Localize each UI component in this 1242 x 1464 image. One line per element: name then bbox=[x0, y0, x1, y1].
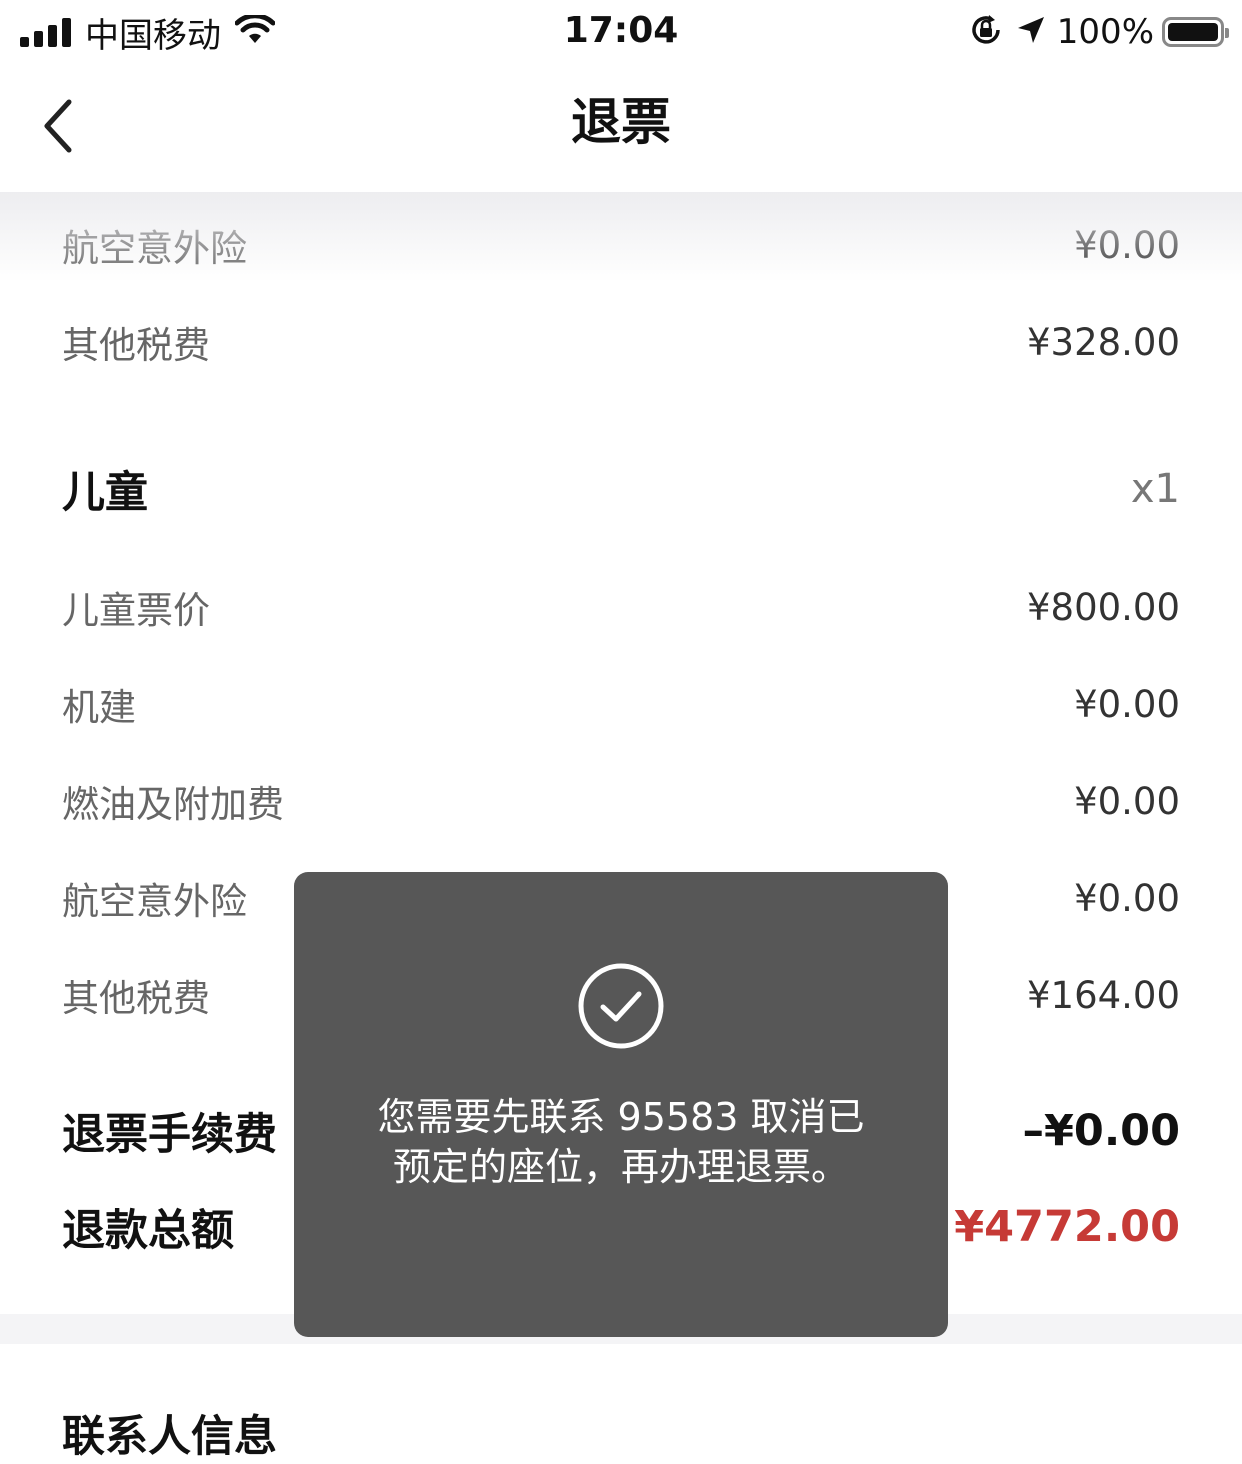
rotation-lock-icon bbox=[969, 13, 1003, 51]
status-bar: 中国移动 17:04 100% bbox=[0, 0, 1242, 66]
toast-text: 您需要先联系 95583 取消已预定的座位，再办理退票。 bbox=[377, 1095, 865, 1189]
price-value: ¥0.00 bbox=[1074, 779, 1180, 823]
price-label: 其他税费 bbox=[62, 324, 210, 367]
price-value: ¥328.00 bbox=[1026, 320, 1180, 364]
price-label: 航空意外险 bbox=[62, 880, 247, 923]
battery-percent: 100% bbox=[1056, 12, 1154, 52]
section-title: 儿童 bbox=[62, 468, 148, 518]
price-row: 燃油及附加费 ¥0.00 bbox=[62, 774, 1180, 828]
price-value: ¥0.00 bbox=[1074, 876, 1180, 920]
status-right: 100% bbox=[969, 10, 1229, 54]
price-label: 航空意外险 bbox=[62, 227, 247, 270]
price-row: 其他税费 ¥328.00 bbox=[62, 315, 1180, 369]
nav-bar: 退票 bbox=[0, 66, 1242, 192]
price-value: ¥0.00 bbox=[1074, 682, 1180, 726]
price-label: 其他税费 bbox=[62, 977, 210, 1020]
passenger-count: x1 bbox=[1130, 466, 1180, 512]
price-row: 儿童票价 ¥800.00 bbox=[62, 580, 1180, 634]
refund-total-value: ¥4772.00 bbox=[954, 1202, 1180, 1252]
price-row: 机建 ¥0.00 bbox=[62, 677, 1180, 731]
contact-section-title: 联系人信息 bbox=[62, 1412, 277, 1462]
price-value: ¥164.00 bbox=[1026, 973, 1180, 1017]
price-label: 机建 bbox=[62, 686, 136, 729]
price-label: 儿童票价 bbox=[62, 589, 210, 632]
price-value: ¥800.00 bbox=[1026, 585, 1180, 629]
child-section-header: 儿童 x1 bbox=[62, 458, 1180, 520]
price-label: 燃油及附加费 bbox=[62, 783, 284, 826]
refund-fee-label: 退票手续费 bbox=[62, 1110, 277, 1160]
page-title: 退票 bbox=[571, 93, 671, 151]
price-value: ¥0.00 bbox=[1074, 223, 1180, 267]
price-row: 航空意外险 ¥0.00 bbox=[62, 218, 1180, 272]
location-arrow-icon bbox=[1015, 14, 1047, 50]
check-circle-icon bbox=[578, 963, 664, 1049]
refund-total-label: 退款总额 bbox=[62, 1206, 234, 1256]
toast-message: 您需要先联系 95583 取消已预定的座位，再办理退票。 bbox=[294, 872, 948, 1337]
refund-fee-value: –¥0.00 bbox=[1022, 1106, 1180, 1156]
battery-icon bbox=[1162, 17, 1229, 47]
